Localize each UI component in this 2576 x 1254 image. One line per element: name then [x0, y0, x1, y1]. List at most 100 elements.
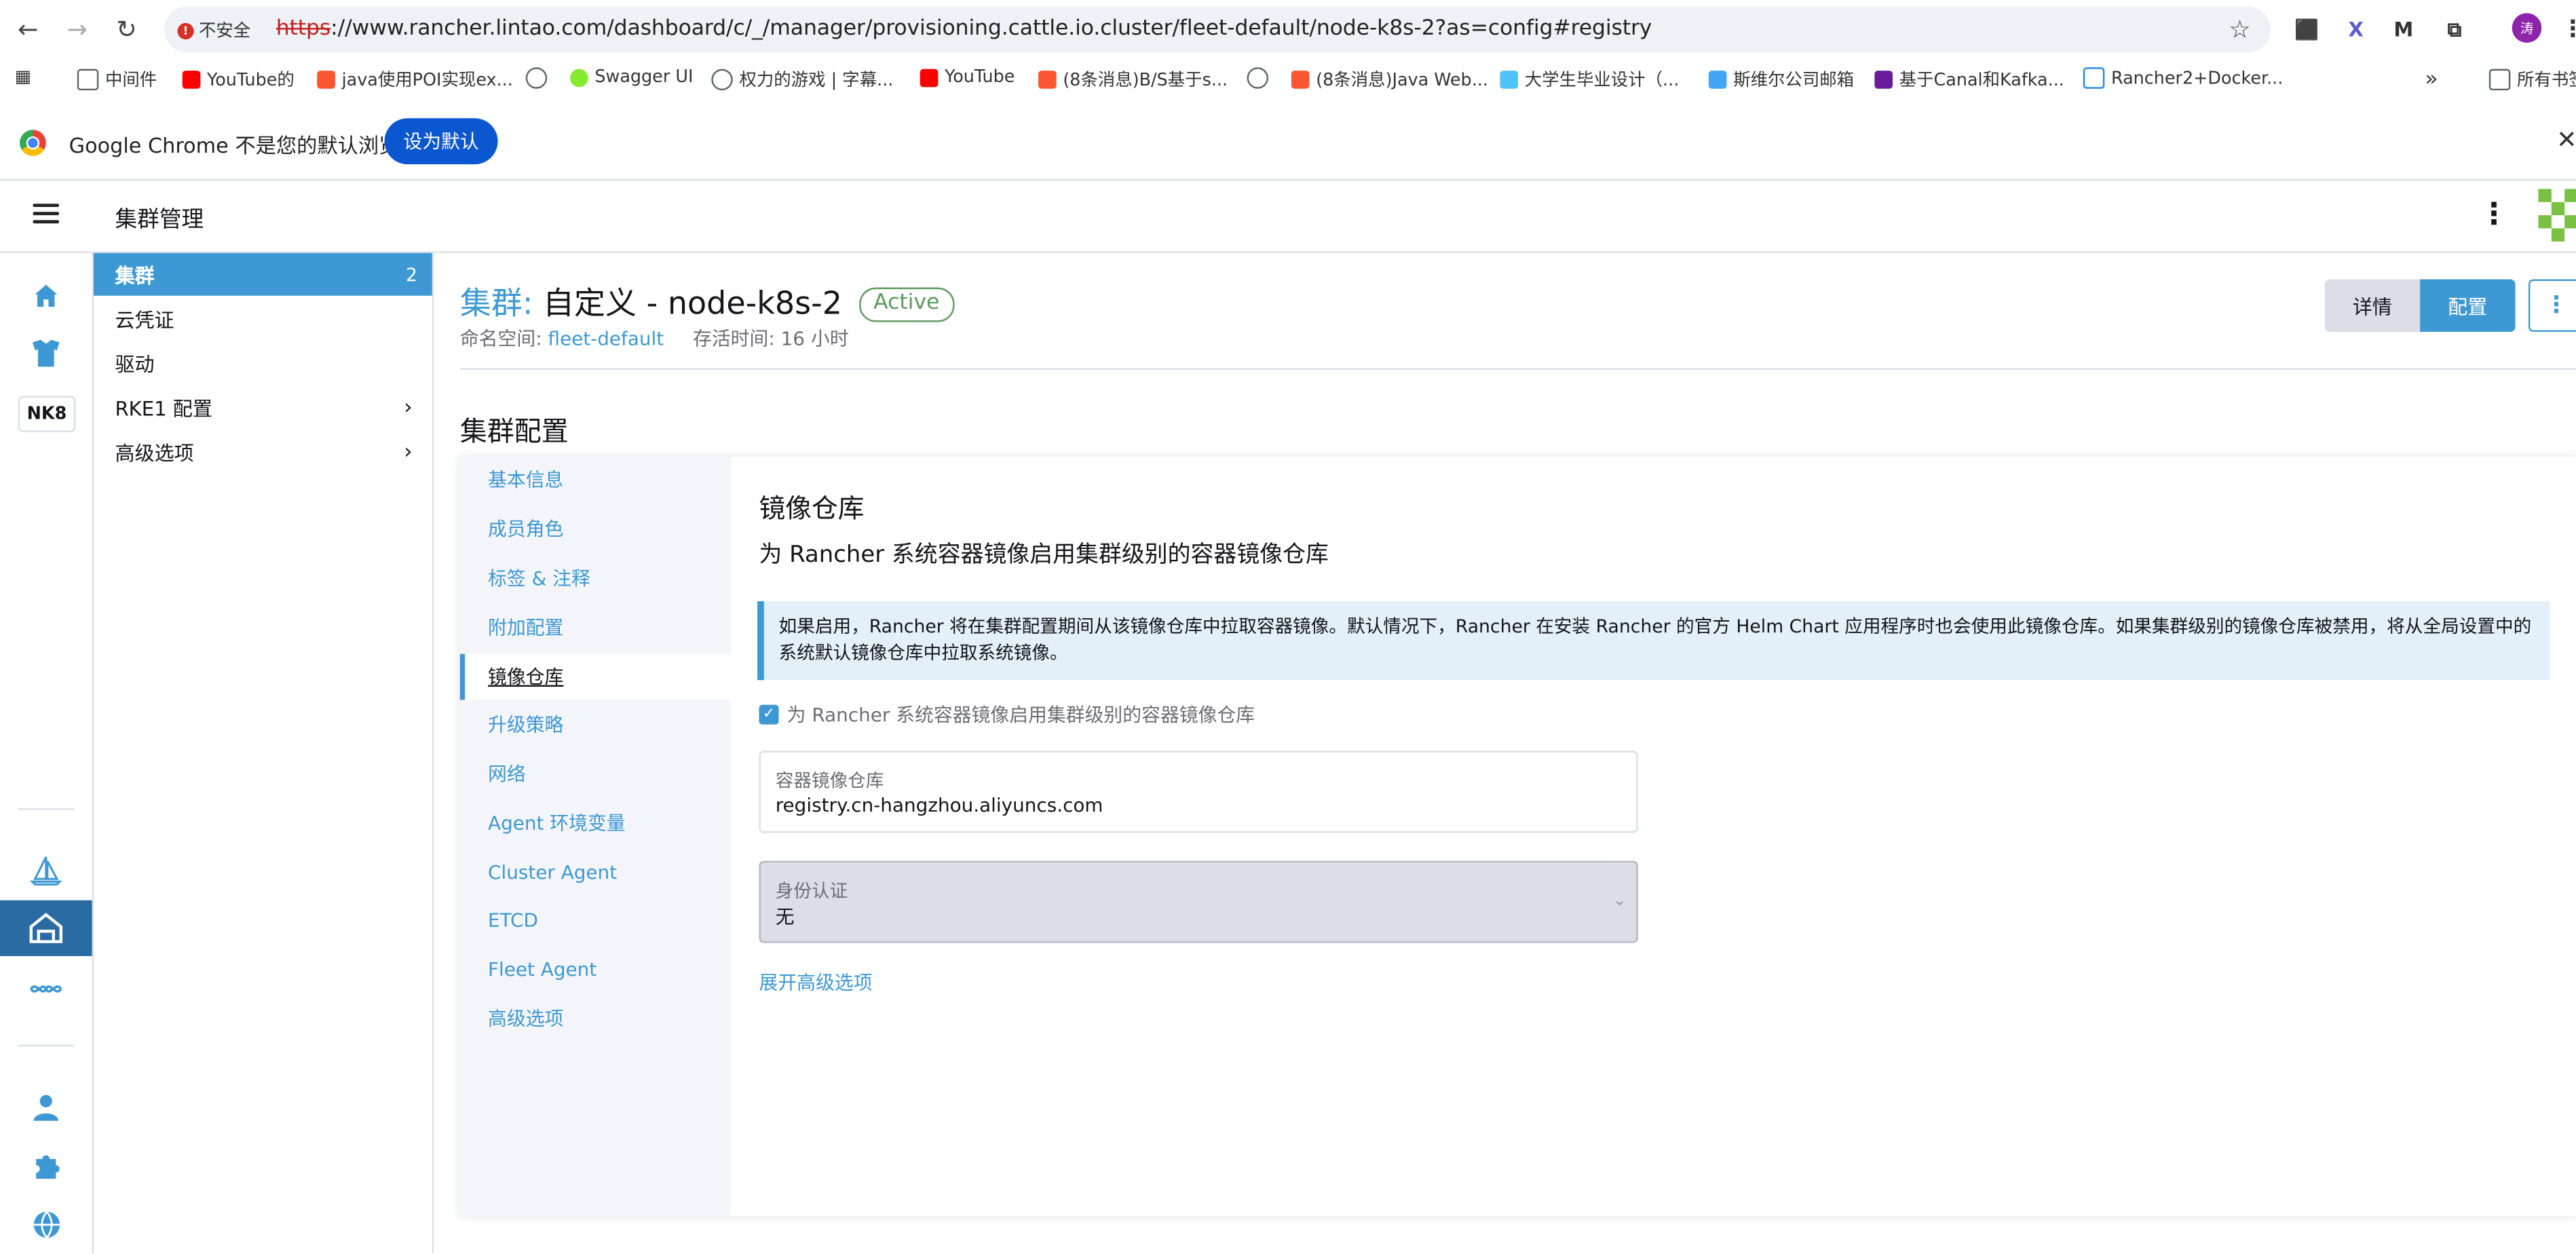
registry-section: 镜像仓库 为 Rancher 系统容器镜像启用集群级别的容器镜像仓库 如果启用，…	[731, 457, 2576, 1216]
tab-basic-info[interactable]: 基本信息	[460, 457, 731, 503]
extensions-puzzle-icon[interactable]: ⧉	[2438, 13, 2471, 45]
bookmark-item[interactable]: (8条消息)Java Web...	[1291, 67, 1488, 92]
reload-icon[interactable]: ↻	[109, 12, 145, 48]
bookmarks-bar: ▦ 中间件 YouTube的 java使用POI实现ex... Swagger …	[0, 59, 2576, 102]
bookmark-item[interactable]: Rancher2+Docker...	[2083, 67, 2283, 89]
globe-icon	[525, 67, 548, 89]
bilibili-icon	[2083, 67, 2105, 89]
site-icon	[1500, 71, 1519, 89]
rail-active-item[interactable]	[0, 900, 92, 957]
bookmark-item[interactable]: (8条消息)B/S基于s...	[1038, 67, 1228, 92]
tab-member-roles[interactable]: 成员角色	[460, 506, 731, 552]
sidenav-item-cloud-credentials[interactable]: 云凭证	[94, 297, 432, 340]
registry-subtitle: 为 Rancher 系统容器镜像启用集群级别的容器镜像仓库	[759, 542, 1329, 569]
url-text[interactable]: https://www.rancher.lintao.com/dashboard…	[276, 16, 1652, 41]
puzzle-extension-icon[interactable]	[26, 1147, 66, 1186]
cluster-title-lead[interactable]: 集群:	[460, 286, 533, 322]
bookmark-item[interactable]: java使用POI实现ex...	[317, 67, 513, 92]
sidenav-item-advanced[interactable]: 高级选项 ›	[94, 430, 432, 473]
close-icon[interactable]: ✕	[2556, 125, 2576, 155]
bookmark-item[interactable]: 基于Canal和Kafka...	[1874, 67, 2064, 92]
tab-cluster-agent[interactable]: Cluster Agent	[460, 850, 731, 896]
tab-networking[interactable]: 网络	[460, 750, 731, 797]
extension-m-icon[interactable]: M	[2387, 13, 2420, 45]
page-title: 集群: 自定义 - node-k8s-2 Active	[460, 280, 955, 324]
app-header: 集群管理 ⋮	[0, 180, 2576, 253]
tab-advanced[interactable]: 高级选项	[460, 995, 731, 1042]
section-title: 集群配置	[459, 415, 569, 447]
kebab-menu-icon[interactable]: ⋮	[2479, 197, 2509, 232]
bookmark-item[interactable]: 斯维尔公司邮箱	[1708, 67, 1854, 92]
bookmark-item[interactable]: 大学生毕业设计（...	[1500, 67, 1679, 92]
rancher-logo[interactable]	[2538, 189, 2576, 242]
extensions-weave-icon[interactable]	[26, 969, 66, 1008]
divider	[459, 368, 2576, 370]
registry-url-field[interactable]: 容器镜像仓库 registry.cn-hangzhou.aliyuncs.com	[759, 750, 1638, 833]
auth-select[interactable]: 身份认证 无 ⌄	[759, 860, 1638, 943]
info-banner: 如果启用，Rancher 将在集群配置期间从该镜像仓库中拉取容器镜像。默认情况下…	[757, 601, 2550, 681]
chevron-down-icon: ⌄	[1612, 892, 1627, 911]
user-icon[interactable]	[26, 1088, 66, 1127]
show-advanced-link[interactable]: 展开高级选项	[759, 969, 873, 995]
tab-upgrade-strategy[interactable]: 升级策略	[460, 702, 731, 748]
set-default-button[interactable]: 设为默认	[384, 118, 498, 165]
extension-icon[interactable]: ⬛	[2290, 13, 2323, 45]
more-actions-button[interactable]: ⋮	[2528, 279, 2576, 332]
folder-icon	[77, 69, 99, 91]
all-bookmarks[interactable]: 所有书签	[2488, 67, 2576, 92]
home-icon[interactable]	[26, 276, 66, 316]
browser-toolbar: ← → ↻ ! 不安全 https://www.rancher.lintao.c…	[0, 0, 2576, 60]
registry-url-value[interactable]: registry.cn-hangzhou.aliyuncs.com	[776, 793, 1103, 816]
bookmark-item[interactable]: Swagger UI	[570, 67, 693, 87]
bookmark-star-icon[interactable]: ☆	[2229, 15, 2251, 45]
registry-title: 镜像仓库	[759, 493, 865, 525]
left-rail: NK8	[0, 252, 94, 1254]
sidenav-item-rke1-config[interactable]: RKE1 配置 ›	[94, 386, 432, 429]
app-title: 集群管理	[115, 207, 204, 233]
bookmark-item[interactable]: 权力的游戏 | 字幕...	[711, 67, 893, 92]
globe-icon	[711, 69, 733, 91]
main-content: 集群: 自定义 - node-k8s-2 Active 命名空间: fleet-…	[434, 252, 2576, 1254]
tab-registry[interactable]: 镜像仓库	[459, 653, 732, 700]
tab-etcd[interactable]: ETCD	[460, 897, 731, 943]
swagger-icon	[570, 68, 588, 87]
bookmarks-overflow[interactable]: »	[2425, 67, 2438, 92]
tab-labels-annotations[interactable]: 标签 & 注释	[460, 555, 731, 601]
address-bar[interactable]: ! 不安全 https://www.rancher.lintao.com/das…	[164, 6, 2271, 53]
cluster-shirt-icon[interactable]	[26, 333, 66, 373]
youtube-icon	[182, 71, 201, 89]
rail-divider	[18, 1044, 74, 1047]
enable-registry-checkbox-row[interactable]: ✓ 为 Rancher 系统容器镜像启用集群级别的容器镜像仓库	[759, 702, 1255, 728]
insecure-indicator[interactable]: ! 不安全	[177, 18, 250, 43]
bookmark-item[interactable]: 中间件	[77, 67, 157, 92]
forward-arrow-icon[interactable]: →	[59, 12, 95, 48]
tab-fleet-agent[interactable]: Fleet Agent	[460, 946, 731, 992]
fleet-sailboat-icon[interactable]	[26, 851, 66, 890]
cluster-name: 自定义 - node-k8s-2	[543, 286, 843, 322]
enable-registry-checkbox[interactable]: ✓	[759, 704, 779, 725]
tab-agent-env-vars[interactable]: Agent 环境变量	[460, 800, 731, 846]
sidenav-item-drivers[interactable]: 驱动	[94, 342, 432, 385]
chrome-menu-icon[interactable]: ⋮	[2556, 13, 2576, 45]
sidenav-item-clusters[interactable]: 集群 2	[93, 252, 432, 296]
bookmark-item[interactable]	[525, 67, 554, 89]
extension-x-icon[interactable]: X	[2340, 13, 2372, 45]
detail-button[interactable]: 详情	[2324, 279, 2421, 332]
config-button[interactable]: 配置	[2420, 279, 2516, 332]
cluster-nk8-badge[interactable]: NK8	[18, 396, 76, 432]
auth-value: 无	[775, 905, 795, 928]
infobar-text: Google Chrome 不是您的默认浏览器	[69, 133, 420, 158]
namespace-link[interactable]: fleet-default	[548, 327, 664, 350]
apps-grid-icon[interactable]: ▦	[15, 67, 31, 87]
globe-language-icon[interactable]	[26, 1204, 66, 1244]
bookmark-item[interactable]: YouTube	[920, 67, 1015, 87]
csdn-icon	[317, 71, 335, 89]
profile-avatar[interactable]: 涛	[2512, 13, 2542, 43]
hamburger-menu-icon[interactable]	[33, 204, 60, 224]
back-arrow-icon[interactable]: ←	[10, 12, 46, 48]
tab-add-on-config[interactable]: 附加配置	[460, 605, 731, 651]
config-tabs: 基本信息 成员角色 标签 & 注释 附加配置 镜像仓库 升级策略 网络 Agen…	[459, 457, 732, 1216]
bookmark-item[interactable]	[1247, 67, 1275, 89]
status-badge: Active	[858, 287, 955, 322]
bookmark-item[interactable]: YouTube的	[182, 67, 295, 92]
